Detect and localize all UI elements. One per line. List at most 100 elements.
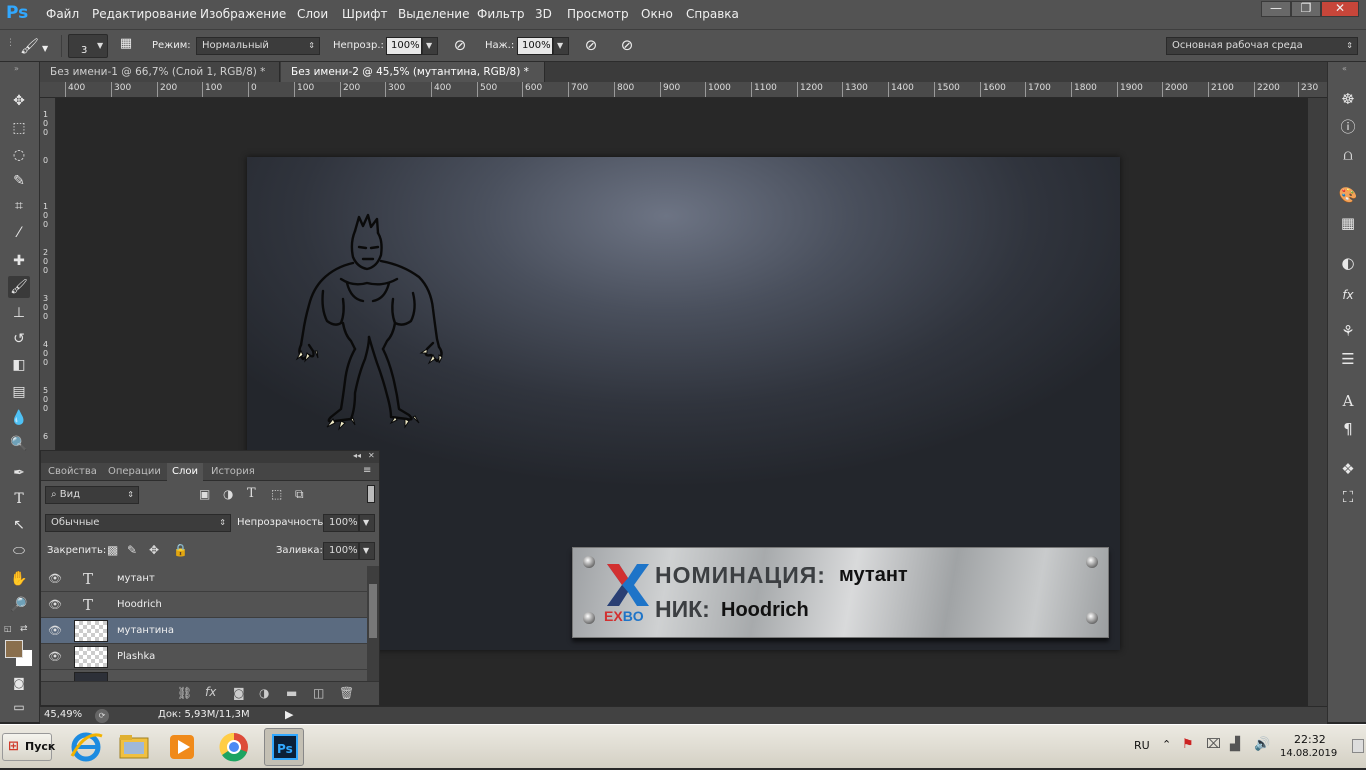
filter-pixel-icon[interactable]: ▣ <box>199 487 210 501</box>
show-desktop-button[interactable] <box>1352 739 1364 753</box>
layer-row[interactable]: 👁 T Hoodrich <box>41 592 367 618</box>
new-group-icon[interactable]: ▬ <box>286 686 297 700</box>
layer-filter-select[interactable]: ⌕ Вид ⇕ <box>45 486 139 504</box>
menu-file[interactable]: Файл <box>46 7 79 21</box>
pen-tool-icon[interactable]: ✒ <box>8 462 30 484</box>
tablet-pressure-icon[interactable]: ⊘ <box>616 36 638 58</box>
taskbar-app-photoshop[interactable]: Ps <box>264 728 304 766</box>
language-indicator[interactable]: RU <box>1134 739 1150 752</box>
filter-smart-object-icon[interactable]: ⧉ <box>295 487 304 502</box>
filter-type-icon[interactable]: T <box>247 486 256 501</box>
opacity-input[interactable]: 100% <box>386 37 422 55</box>
safely-remove-icon[interactable]: ⌧ <box>1206 737 1221 752</box>
filter-adjustment-icon[interactable]: ◑ <box>223 487 233 501</box>
tab-actions[interactable]: Операции <box>103 463 166 481</box>
info-icon[interactable]: ⓘ <box>1337 116 1359 138</box>
taskbar-app-media-player[interactable] <box>162 728 202 766</box>
canvas-scrollbar[interactable] <box>1308 98 1327 706</box>
visibility-eye-icon[interactable]: 👁 <box>47 572 63 586</box>
swatches-icon[interactable]: ▦ <box>1337 212 1359 234</box>
gradient-tool-icon[interactable]: ▤ <box>8 381 30 403</box>
trash-icon[interactable]: 🗑 <box>339 686 354 700</box>
pressure-input[interactable]: 100% <box>517 37 553 55</box>
opacity-dropdown[interactable]: ▼ <box>422 37 438 55</box>
panel-menu-icon[interactable]: ≡ <box>363 465 371 476</box>
quick-select-tool-icon[interactable]: ✎ <box>8 170 30 192</box>
tab-history[interactable]: История <box>206 463 260 481</box>
adjustments-icon[interactable]: ◐ <box>1337 252 1359 274</box>
menu-select[interactable]: Выделение <box>398 7 469 21</box>
status-menu-arrow-icon[interactable]: ▶ <box>285 708 293 721</box>
visibility-eye-icon[interactable]: 👁 <box>47 650 63 664</box>
new-layer-icon[interactable]: ◫ <box>313 686 324 700</box>
3d-icon[interactable]: ❖ <box>1337 458 1359 480</box>
taskbar-app-chrome[interactable] <box>214 728 254 766</box>
layer-row-selected[interactable]: 👁 мутантина <box>41 618 367 644</box>
volume-icon[interactable]: 🔊 <box>1254 737 1270 752</box>
screen-mode-icon[interactable]: ▭ <box>8 696 30 718</box>
collapse-icon[interactable]: » <box>14 64 19 73</box>
hand-tool-icon[interactable]: ✋ <box>8 568 30 590</box>
lasso-tool-icon[interactable]: ◌ <box>8 144 30 166</box>
quick-mask-icon[interactable]: ◙ <box>8 672 30 694</box>
menu-view[interactable]: Просмотр <box>567 7 629 21</box>
default-colors-icon[interactable]: ◱ <box>4 624 12 633</box>
styles-icon[interactable]: fx <box>1337 284 1359 306</box>
taskbar-app-explorer[interactable] <box>114 728 154 766</box>
navigator-icon[interactable]: ☸ <box>1337 88 1359 110</box>
menu-filter[interactable]: Фильтр <box>477 7 524 21</box>
network-icon[interactable]: ▟ <box>1230 737 1240 752</box>
eyedropper-tool-icon[interactable]: ⁄ <box>8 222 30 244</box>
paragraph-icon[interactable]: ¶ <box>1337 418 1359 440</box>
airbrush-opacity-icon[interactable]: ⊘ <box>449 36 471 58</box>
brush-size-picker[interactable]: 3 ▼ <box>68 34 108 58</box>
layer-opacity-input[interactable]: 100% <box>323 514 359 532</box>
add-mask-icon[interactable]: ◙ <box>233 686 245 700</box>
layer-row[interactable] <box>41 670 367 681</box>
path-select-tool-icon[interactable]: ↖ <box>8 514 30 536</box>
healing-brush-tool-icon[interactable]: ✚ <box>8 250 30 272</box>
adjustment-layer-icon[interactable]: ◑ <box>259 686 269 700</box>
menu-3d[interactable]: 3D <box>535 7 552 21</box>
fill-input[interactable]: 100% <box>323 542 359 560</box>
zoom-level[interactable]: 45,49% <box>44 709 82 720</box>
filter-toggle[interactable] <box>367 485 375 503</box>
visibility-eye-icon[interactable]: 👁 <box>47 624 63 638</box>
menu-layers[interactable]: Слои <box>297 7 328 21</box>
zoom-tool-icon[interactable]: 🔎 <box>8 594 30 616</box>
pressure-dropdown[interactable]: ▼ <box>553 37 569 55</box>
link-layers-icon[interactable]: ⛓ <box>177 686 192 700</box>
start-button[interactable]: ⊞ Пуск <box>2 733 55 761</box>
marquee-tool-icon[interactable]: ⬚ <box>8 117 30 139</box>
mode-select[interactable]: Нормальный ⇕ <box>196 37 320 55</box>
tab-layers[interactable]: Слои <box>167 463 203 481</box>
visibility-eye-icon[interactable]: 👁 <box>47 598 63 612</box>
blend-mode-select[interactable]: Обычные ⇕ <box>45 514 231 532</box>
fill-dropdown[interactable]: ▼ <box>359 542 375 560</box>
blur-tool-icon[interactable]: 💧 <box>8 407 30 429</box>
dodge-tool-icon[interactable]: 🔍 <box>8 433 30 455</box>
fx-icon[interactable]: fx <box>205 685 216 699</box>
histogram-icon[interactable]: ⩍ <box>1337 144 1359 166</box>
layer-row[interactable]: 👁 Plashka <box>41 644 367 670</box>
type-tool-icon[interactable]: T <box>8 488 30 510</box>
brush-settings-icon[interactable]: ☰ <box>1337 348 1359 370</box>
collapse-icon[interactable]: « <box>1342 64 1347 73</box>
brush-panel-icon[interactable]: ▦ <box>116 36 136 56</box>
lock-transparency-icon[interactable]: ▩ <box>107 543 118 557</box>
menu-help[interactable]: Справка <box>686 7 739 21</box>
clock-date[interactable]: 14.08.2019 <box>1280 748 1337 759</box>
minimize-button[interactable]: — <box>1261 1 1291 17</box>
clock-time[interactable]: 22:32 <box>1294 733 1326 746</box>
lock-pixels-icon[interactable]: ✎ <box>127 543 137 557</box>
layer-row[interactable]: 👁 T мутант <box>41 566 367 592</box>
collapse-panel-icon[interactable]: ◂◂ <box>353 451 361 460</box>
status-info-icon[interactable]: ⟳ <box>95 709 109 723</box>
layers-scrollbar[interactable] <box>367 566 379 681</box>
restore-button[interactable]: ❐ <box>1291 1 1321 17</box>
move-tool-icon[interactable]: ✥ <box>8 90 30 112</box>
crop-tool-icon[interactable]: ⌗ <box>8 195 30 217</box>
swap-colors-icon[interactable]: ⇄ <box>20 624 28 634</box>
tab-properties[interactable]: Свойства <box>43 463 102 481</box>
brush-presets-icon[interactable]: ⚘ <box>1337 320 1359 342</box>
